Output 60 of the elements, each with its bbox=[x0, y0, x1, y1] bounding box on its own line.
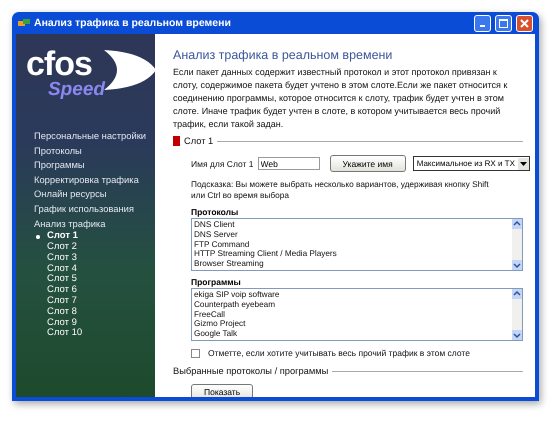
scroll-up-icon[interactable] bbox=[512, 289, 522, 299]
sidebar-item[interactable]: Онлайн ресурсы bbox=[34, 187, 107, 202]
scroll-down-icon[interactable] bbox=[512, 260, 522, 270]
scrollbar[interactable] bbox=[512, 219, 522, 270]
list-label: Программы bbox=[191, 277, 241, 287]
sidebar-subitem[interactable]: Слот 2 bbox=[47, 242, 77, 253]
list-item[interactable]: FreeCall bbox=[194, 310, 510, 320]
list-item[interactable]: Google Talk bbox=[194, 329, 510, 339]
sidebar-item[interactable]: Программы bbox=[34, 158, 85, 173]
hint-text: Подсказка: Вы можете выбрать несколько вариантов, удерживая кнопку Shift или Ctrl во время выбора bbox=[191, 179, 490, 201]
list-item[interactable]: ekiga SIP voip software bbox=[194, 290, 510, 300]
section-title: Слот 1 bbox=[184, 136, 214, 146]
sidebar-subitem[interactable]: Слот 9 bbox=[47, 318, 77, 328]
sidebar-subitem[interactable]: Слот 7 bbox=[47, 296, 77, 307]
sidebar-subitem[interactable]: Слот 4 bbox=[47, 264, 77, 274]
scroll-down-icon[interactable] bbox=[512, 330, 522, 340]
name-input[interactable]: Web bbox=[258, 157, 320, 170]
checkbox[interactable] bbox=[191, 348, 200, 358]
scroll-up-icon[interactable] bbox=[512, 219, 522, 229]
description-text: Если пакет данных содержит известный протокол и этот протокол привязан к слоту, содержимое пакета будет учтено в этом слоте.Если же пакет относится к соединению программы, которое относится к слоту, трафик будет учтен в этом слоте. Иначе трафик будет учтен в слоте, в котором учитывается весь прочий трафик, если такой задан. bbox=[173, 66, 508, 131]
show-button[interactable]: Показать bbox=[191, 384, 254, 397]
list-label: Протоколы bbox=[191, 207, 238, 217]
logo-subtext: Speed bbox=[48, 80, 106, 100]
list-box[interactable]: ekiga SIP voip software Counterpath eyebeam FreeCall Gizmo Project Google Talk bbox=[191, 288, 523, 341]
caret-icon bbox=[520, 162, 527, 166]
set-name-button[interactable]: Укажите имя bbox=[330, 155, 406, 172]
close-icon bbox=[520, 18, 529, 28]
list-item[interactable]: HTTP Streaming Client / Media Players bbox=[194, 249, 510, 260]
scrollbar[interactable] bbox=[512, 289, 522, 340]
sidebar-item[interactable]: Протоколы bbox=[34, 144, 82, 158]
sidebar-subitem[interactable]: Слот 3 bbox=[47, 252, 77, 264]
list-box[interactable]: DNS Client DNS Server FTP Command HTTP Streaming Client / Media Players Browser Streaming bbox=[191, 218, 523, 271]
name-label: Имя для Слот 1 bbox=[191, 158, 254, 168]
maximize-button[interactable] bbox=[495, 14, 512, 32]
section-title: Выбранные протоколы / программы bbox=[173, 366, 328, 376]
mode-dropdown[interactable]: Максимальное из RX и TX bbox=[412, 156, 530, 171]
list-item[interactable]: DNS Server bbox=[194, 230, 510, 240]
close-button[interactable] bbox=[516, 14, 533, 32]
list-item[interactable]: FTP Command bbox=[194, 240, 510, 250]
list-item[interactable]: DNS Client bbox=[194, 220, 510, 230]
sidebar-item[interactable]: Персональные настройки bbox=[34, 129, 146, 144]
sidebar-item[interactable]: Корректировка трафика bbox=[34, 172, 139, 188]
sidebar-subitem[interactable]: Слот 1 bbox=[36, 231, 78, 242]
list-item[interactable]: Gizmo Project bbox=[194, 319, 510, 330]
sidebar-subitem[interactable]: Слот 5 bbox=[47, 274, 77, 286]
app-icon bbox=[18, 18, 30, 28]
minimize-button[interactable] bbox=[474, 14, 491, 32]
sidebar-subitem[interactable]: Слот 8 bbox=[47, 306, 77, 318]
sidebar-subitem[interactable]: Слот 6 bbox=[47, 285, 77, 296]
logo-swoosh-icon bbox=[104, 50, 156, 90]
checkbox-label: Отметте, если хотите учитывать весь прочий трафик в этом слоте bbox=[208, 348, 470, 358]
list-item[interactable]: Counterpath eyebeam bbox=[194, 300, 510, 310]
list-item[interactable]: Browser Streaming bbox=[194, 259, 510, 269]
sidebar-item[interactable]: Анализ трафика bbox=[34, 216, 106, 232]
sidebar-item[interactable]: График использования bbox=[34, 202, 134, 217]
logo-text: cfos bbox=[26, 48, 92, 80]
page-title: Анализ трафика в реальном времени bbox=[173, 48, 394, 62]
window-title: Анализ трафика в реальном времени bbox=[34, 17, 232, 29]
maximize-icon bbox=[499, 18, 508, 28]
sidebar-subitem[interactable]: Слот 10 bbox=[47, 328, 82, 340]
